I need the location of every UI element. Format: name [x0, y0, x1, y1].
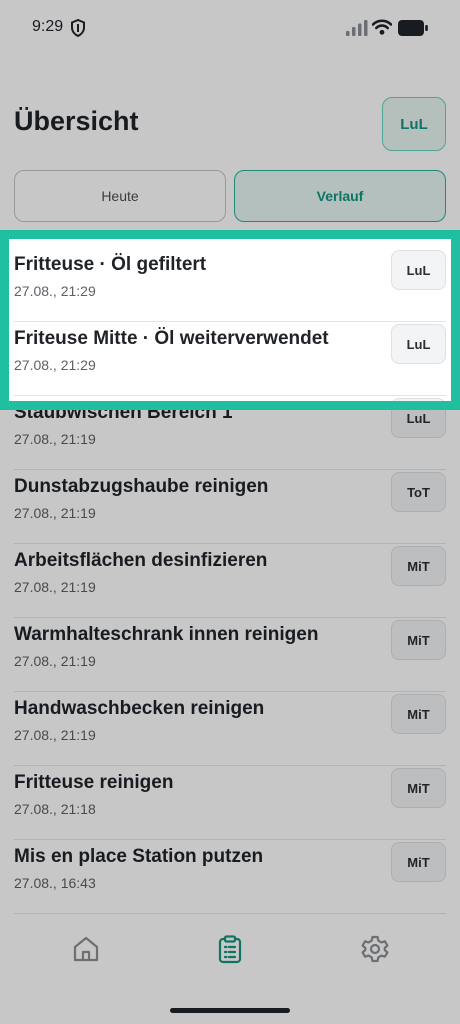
entry-time: 27.08., 21:19	[14, 727, 96, 743]
signal-icon	[346, 20, 368, 36]
user-badge: MiT	[391, 768, 446, 808]
user-badge: MiT	[391, 694, 446, 734]
entry-title: Friteuse Mitte · Öl weiterverwendet	[14, 328, 329, 349]
status-bar: 9:29	[0, 0, 460, 56]
entry-time: 27.08., 21:29	[14, 357, 96, 373]
gear-icon[interactable]	[360, 934, 390, 964]
list-item[interactable]: Friteuse Mitte · Öl weiterverwendet 27.0…	[9, 322, 451, 396]
entry-title: Arbeitsflächen desinfizieren	[14, 550, 268, 571]
list-item[interactable]: Warmhalteschrank innen reinigen 27.08., …	[0, 618, 460, 692]
entry-time: 27.08., 21:19	[14, 505, 96, 521]
user-badge: ToT	[391, 472, 446, 512]
entry-title: Handwaschbecken reinigen	[14, 698, 265, 719]
user-badge: LuL	[391, 250, 446, 290]
entry-title: Warmhalteschrank innen reinigen	[14, 624, 319, 645]
entry-time: 27.08., 21:19	[14, 579, 96, 595]
list-item[interactable]: Arbeitsflächen desinfizieren 27.08., 21:…	[0, 544, 460, 618]
entry-title: Fritteuse · Öl gefiltert	[14, 254, 207, 275]
entry-title: Fritteuse reinigen	[14, 772, 174, 793]
entry-title: Mis en place Station putzen	[14, 846, 264, 867]
entry-title: Staubwischen Bereich 1	[14, 402, 233, 410]
user-badge: MiT	[391, 546, 446, 586]
home-indicator	[170, 1008, 290, 1013]
list-item[interactable]: Fritteuse reinigen 27.08., 21:18 MiT	[0, 766, 460, 840]
user-badge: MiT	[391, 842, 446, 882]
home-icon[interactable]	[71, 934, 101, 964]
page-title: Übersicht	[14, 106, 139, 136]
wifi-icon	[372, 19, 392, 35]
entry-time: 27.08., 16:43	[14, 875, 96, 891]
list-item[interactable]: Dunstabzugshaube reinigen 27.08., 21:19 …	[0, 470, 460, 544]
entry-time: 27.08., 21:19	[14, 653, 96, 669]
entry-time: 27.08., 21:18	[14, 801, 96, 817]
user-badge: MiT	[391, 620, 446, 660]
list-item[interactable]: Fritteuse · Öl gefiltert 27.08., 21:29 L…	[9, 248, 451, 322]
battery-icon	[398, 20, 428, 36]
shield-icon	[71, 19, 85, 37]
highlight-frame: Fritteuse · Öl gefiltert 27.08., 21:29 L…	[0, 230, 460, 410]
entry-time: 27.08., 21:29	[14, 283, 96, 299]
user-badge: LuL	[391, 324, 446, 364]
list-item[interactable]: Handwaschbecken reinigen 27.08., 21:19 M…	[0, 692, 460, 766]
entry-title: Dunstabzugshaube reinigen	[14, 476, 269, 497]
tab-heute[interactable]: Heute	[14, 170, 226, 222]
list-item[interactable]: Staubwischen Bereich 1 27.08., 21:19 LuL	[9, 396, 451, 410]
bottom-nav	[0, 900, 460, 1024]
tab-verlauf[interactable]: Verlauf	[234, 170, 446, 222]
user-chip-button[interactable]: LuL	[382, 97, 446, 151]
clipboard-icon[interactable]	[215, 934, 245, 964]
user-badge: LuL	[391, 398, 446, 401]
entry-time: 27.08., 21:19	[14, 431, 96, 447]
status-time: 9:29	[32, 18, 64, 35]
